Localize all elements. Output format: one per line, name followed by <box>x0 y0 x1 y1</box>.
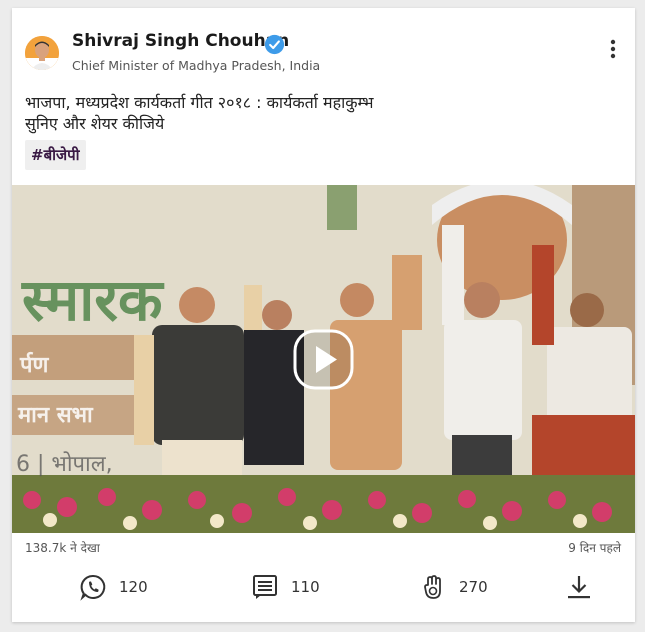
clap-icon <box>424 575 441 599</box>
clap-count: 270 <box>459 578 488 596</box>
time-ago: 9 दिन पहले <box>568 541 621 555</box>
avatar[interactable] <box>25 36 59 70</box>
post-header: Shivraj Singh Chouhan Chief Minister of … <box>12 8 635 88</box>
whatsapp-count: 120 <box>119 578 148 596</box>
post-card: Shivraj Singh Chouhan Chief Minister of … <box>12 8 635 622</box>
verified-badge-icon <box>264 34 285 55</box>
post-text-line-2: सुनिए और शेयर कीजिये <box>25 114 165 133</box>
video-banner-text: स्मारक <box>21 266 165 334</box>
more-vert-icon[interactable] <box>605 38 621 60</box>
views-count: 138.7k ने देखा <box>25 541 100 555</box>
post-text: भाजपा, मध्यप्रदेश कार्यकर्ता गीत २०१८ : … <box>25 92 374 134</box>
comment-icon <box>253 575 277 599</box>
video-side-text-1: र्पण <box>19 351 49 378</box>
author-title: Chief Minister of Madhya Pradesh, India <box>72 58 321 73</box>
video-side-text-3: 6 | भोपाल, <box>16 451 113 477</box>
video-side-text-2: मान सभा <box>17 403 94 428</box>
download-button[interactable] <box>565 572 593 602</box>
download-icon <box>568 576 590 599</box>
author-name[interactable]: Shivraj Singh Chouhan <box>72 31 289 51</box>
comments-count: 110 <box>291 578 320 596</box>
hashtag-chip[interactable]: #बीजेपी <box>25 140 86 170</box>
play-icon[interactable] <box>293 329 354 390</box>
video-thumbnail[interactable]: स्मारक र्पण मान सभा 6 | भोपाल, <box>12 185 635 533</box>
clap-button[interactable]: 270 <box>419 572 488 602</box>
whatsapp-icon <box>80 574 106 601</box>
comments-button[interactable]: 110 <box>251 572 320 602</box>
whatsapp-share-button[interactable]: 120 <box>79 572 148 602</box>
post-text-line-1: भाजपा, मध्यप्रदेश कार्यकर्ता गीत २०१८ : … <box>25 93 374 112</box>
